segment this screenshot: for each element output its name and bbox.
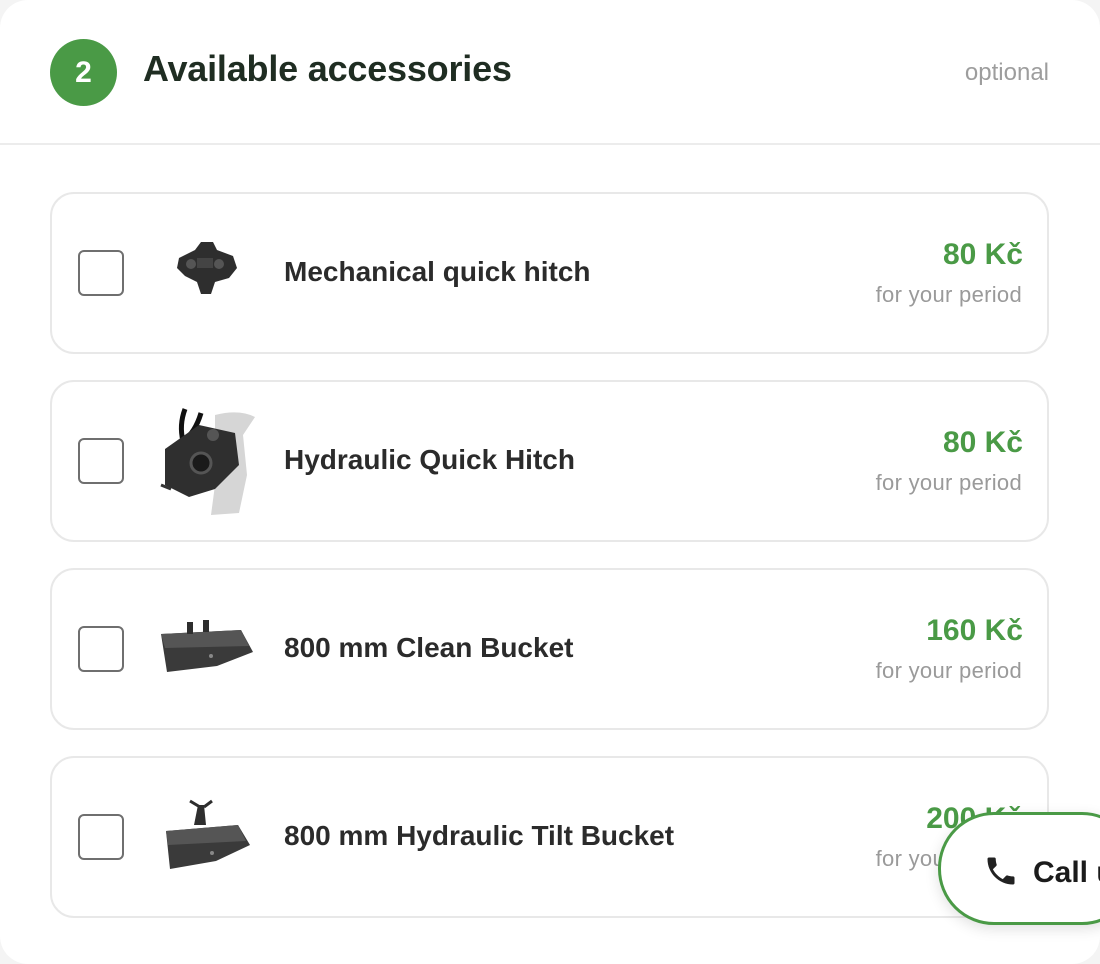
accessory-name: 800 mm Clean Bucket xyxy=(284,632,574,663)
accessory-card-hydraulic-quick-hitch[interactable]: Hydraulic Quick Hitch 80 Kč for your per… xyxy=(50,380,1049,542)
accessory-card-mechanical-quick-hitch[interactable]: Mechanical quick hitch 80 Kč for your pe… xyxy=(50,192,1049,354)
step-badge: 2 xyxy=(50,39,117,106)
mechanical-quick-hitch-image xyxy=(152,208,262,338)
section-title: Available accessories xyxy=(143,48,512,89)
tilt-bucket-image xyxy=(152,772,262,902)
phone-icon xyxy=(987,857,1015,885)
accessory-checkbox[interactable] xyxy=(78,814,124,860)
section-header: 2 Available accessories optional xyxy=(0,0,1100,145)
accessory-name: 800 mm Hydraulic Tilt Bucket xyxy=(284,820,675,851)
accessories-panel: 2 Available accessories optional Mechani… xyxy=(0,0,1100,964)
optional-label: optional xyxy=(964,59,1049,86)
accessory-checkbox[interactable] xyxy=(78,626,124,672)
clean-bucket-image xyxy=(152,584,262,714)
accessory-price: 80 Kč xyxy=(942,238,1023,271)
hydraulic-quick-hitch-image xyxy=(152,396,262,526)
accessory-checkbox[interactable] xyxy=(78,250,124,296)
accessory-name: Hydraulic Quick Hitch xyxy=(284,444,575,475)
accessory-price: 80 Kč xyxy=(942,426,1023,459)
call-button[interactable]: Call us xyxy=(938,812,1100,925)
accessory-card-tilt-bucket[interactable]: 800 mm Hydraulic Tilt Bucket 200 Kč for … xyxy=(50,756,1049,918)
accessory-name: Mechanical quick hitch xyxy=(284,256,591,287)
accessory-period: for your period xyxy=(875,470,1022,495)
call-label: Call us xyxy=(1033,856,1100,889)
accessory-checkbox[interactable] xyxy=(78,438,124,484)
accessory-price: 160 Kč xyxy=(926,614,1023,647)
accessory-period: for your period xyxy=(875,282,1022,307)
accessory-card-clean-bucket[interactable]: 800 mm Clean Bucket 160 Kč for your peri… xyxy=(50,568,1049,730)
accessory-period: for your period xyxy=(875,658,1022,683)
